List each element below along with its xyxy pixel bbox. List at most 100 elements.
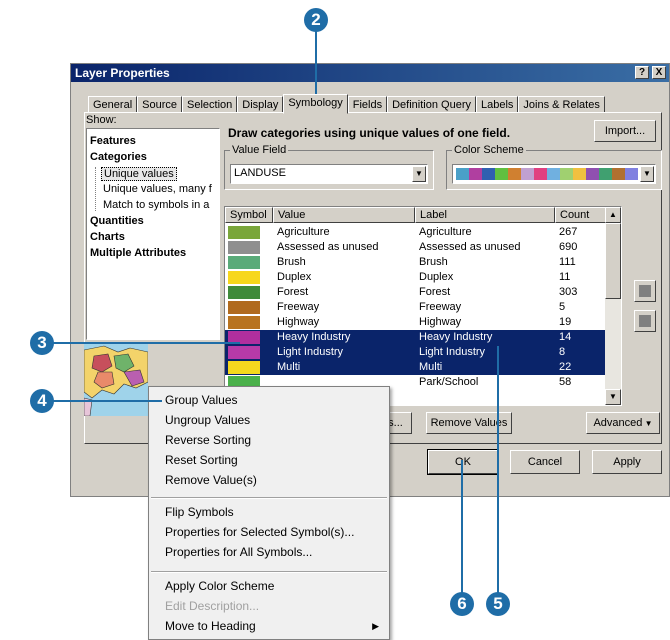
advanced-button[interactable]: Advanced ▼ bbox=[586, 412, 660, 434]
help-button[interactable]: ? bbox=[635, 66, 649, 79]
symbol-swatch[interactable] bbox=[228, 226, 260, 239]
tab-joins-relates[interactable]: Joins & Relates bbox=[518, 96, 605, 113]
cancel-button[interactable]: Cancel bbox=[510, 450, 580, 474]
cell-count: 58 bbox=[559, 376, 572, 388]
color-ramp-swatch bbox=[495, 168, 508, 180]
tab-strip: General Source Selection Display Symbolo… bbox=[88, 94, 605, 114]
tab-symbology[interactable]: Symbology bbox=[283, 94, 348, 114]
cell-value: Brush bbox=[277, 256, 306, 268]
show-tree: Features Categories Unique values Unique… bbox=[86, 128, 220, 340]
color-ramp-swatch bbox=[625, 168, 638, 180]
table-row[interactable]: Duplex Duplex 11 bbox=[225, 270, 605, 285]
menu-remove-values[interactable]: Remove Value(s) bbox=[165, 473, 257, 487]
header-label[interactable]: Label bbox=[415, 207, 555, 223]
table-row[interactable]: Highway Highway 19 bbox=[225, 315, 605, 330]
tab-definition-query[interactable]: Definition Query bbox=[387, 96, 476, 113]
cell-value: Freeway bbox=[277, 301, 320, 313]
table-row[interactable]: Heavy Industry Heavy Industry 14 bbox=[225, 330, 605, 345]
menu-separator bbox=[151, 497, 387, 499]
table-row[interactable]: Freeway Freeway 5 bbox=[225, 300, 605, 315]
symbol-swatch[interactable] bbox=[228, 361, 260, 374]
close-button[interactable]: X bbox=[652, 66, 666, 79]
symbol-swatch[interactable] bbox=[228, 301, 260, 314]
tab-labels[interactable]: Labels bbox=[475, 96, 519, 113]
callout-5: 5 bbox=[486, 592, 510, 616]
header-count[interactable]: Count bbox=[555, 207, 607, 223]
symbol-swatch[interactable] bbox=[228, 256, 260, 269]
show-item-match-symbols[interactable]: Match to symbols in a bbox=[103, 199, 209, 211]
color-ramp-swatch bbox=[521, 168, 534, 180]
move-down-button[interactable] bbox=[634, 310, 656, 332]
symbol-swatch[interactable] bbox=[228, 316, 260, 329]
table-row[interactable]: Assessed as unused Assessed as unused 690 bbox=[225, 240, 605, 255]
menu-ungroup-values[interactable]: Ungroup Values bbox=[165, 413, 250, 427]
apply-button[interactable]: Apply bbox=[592, 450, 662, 474]
menu-group-values[interactable]: Group Values bbox=[165, 393, 238, 407]
ok-button[interactable]: OK bbox=[427, 449, 499, 475]
show-item-unique-values-many[interactable]: Unique values, many f bbox=[103, 183, 212, 195]
callout-3: 3 bbox=[30, 331, 54, 355]
table-row[interactable]: Forest Forest 303 bbox=[225, 285, 605, 300]
value-field-combo[interactable]: LANDUSE ▼ bbox=[230, 164, 428, 184]
scroll-up-icon[interactable]: ▲ bbox=[605, 207, 621, 223]
cell-label: Park/School bbox=[419, 376, 479, 388]
callout-2: 2 bbox=[304, 8, 328, 32]
cell-label: Multi bbox=[419, 361, 443, 373]
scroll-down-icon[interactable]: ▼ bbox=[605, 389, 621, 405]
value-field-dropdown-icon[interactable]: ▼ bbox=[412, 166, 426, 182]
menu-flip-symbols[interactable]: Flip Symbols bbox=[165, 505, 234, 519]
color-ramp-swatch bbox=[573, 168, 586, 180]
table-row[interactable]: Agriculture Agriculture 267 bbox=[225, 225, 605, 240]
color-ramp-swatch bbox=[508, 168, 521, 180]
symbol-swatch[interactable] bbox=[228, 241, 260, 254]
map-preview-image bbox=[84, 342, 148, 416]
header-symbol[interactable]: Symbol bbox=[225, 207, 273, 223]
header-value[interactable]: Value bbox=[273, 207, 415, 223]
show-item-multiple-attributes[interactable]: Multiple Attributes bbox=[90, 247, 186, 259]
show-item-categories[interactable]: Categories bbox=[90, 151, 147, 163]
cell-label: Duplex bbox=[419, 271, 454, 283]
cell-value: Light Industry bbox=[277, 346, 344, 358]
unique-values-list[interactable]: Symbol Value Label Count Agriculture Agri… bbox=[224, 206, 622, 406]
cell-label: Assessed as unused bbox=[419, 241, 521, 253]
symbol-swatch[interactable] bbox=[228, 286, 260, 299]
color-ramp-swatch bbox=[586, 168, 599, 180]
import-button[interactable]: Import... bbox=[594, 120, 656, 142]
menu-edit-description: Edit Description... bbox=[165, 599, 260, 613]
tab-fields[interactable]: Fields bbox=[347, 96, 388, 113]
color-ramp-swatch bbox=[469, 168, 482, 180]
tab-selection[interactable]: Selection bbox=[182, 96, 238, 113]
show-item-quantities[interactable]: Quantities bbox=[90, 215, 144, 227]
tab-display[interactable]: Display bbox=[237, 96, 284, 113]
show-item-features[interactable]: Features bbox=[90, 135, 136, 147]
menu-reset-sorting[interactable]: Reset Sorting bbox=[165, 453, 238, 467]
remove-values-button[interactable]: Remove Values bbox=[426, 412, 512, 434]
menu-properties-all[interactable]: Properties for All Symbols... bbox=[165, 545, 312, 559]
cell-value: Multi bbox=[277, 361, 301, 373]
menu-properties-selected[interactable]: Properties for Selected Symbol(s)... bbox=[165, 525, 354, 539]
table-row[interactable]: Multi Multi 22 bbox=[225, 360, 605, 375]
tab-source[interactable]: Source bbox=[137, 96, 182, 113]
symbol-swatch[interactable] bbox=[228, 346, 260, 359]
move-up-button[interactable] bbox=[634, 280, 656, 302]
menu-reverse-sorting[interactable]: Reverse Sorting bbox=[165, 433, 251, 447]
color-scheme-dropdown-icon[interactable]: ▼ bbox=[640, 166, 654, 182]
color-scheme-combo[interactable]: ▼ bbox=[452, 164, 656, 184]
show-item-unique-values[interactable]: Unique values bbox=[101, 167, 177, 181]
cell-count: 5 bbox=[559, 301, 566, 313]
color-scheme-label: Color Scheme bbox=[452, 144, 526, 156]
symbol-swatch[interactable] bbox=[228, 271, 260, 284]
menu-move-to-heading[interactable]: Move to Heading bbox=[165, 619, 256, 633]
table-row[interactable]: Brush Brush 111 bbox=[225, 255, 605, 270]
scroll-thumb[interactable] bbox=[605, 223, 621, 299]
list-scrollbar[interactable]: ▲ ▼ bbox=[605, 207, 621, 405]
show-item-charts[interactable]: Charts bbox=[90, 231, 125, 243]
tab-general[interactable]: General bbox=[88, 96, 138, 113]
title-bar[interactable]: Layer Properties ? X bbox=[71, 64, 669, 82]
menu-apply-color-scheme[interactable]: Apply Color Scheme bbox=[165, 579, 274, 593]
cell-value: Heavy Industry bbox=[277, 331, 351, 343]
cell-label: Agriculture bbox=[419, 226, 472, 238]
cell-count: 8 bbox=[559, 346, 566, 358]
table-row[interactable]: Light Industry Light Industry 8 bbox=[225, 345, 605, 360]
window-title: Layer Properties bbox=[75, 66, 170, 80]
